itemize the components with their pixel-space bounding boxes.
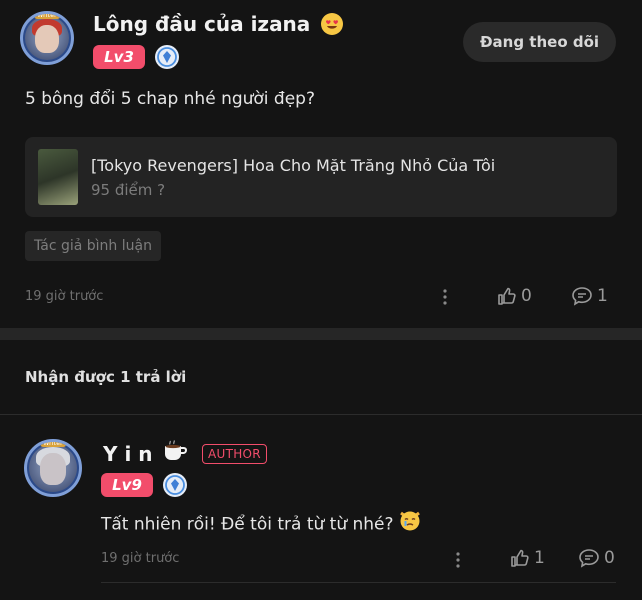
username[interactable]: Lông đầu của izana xyxy=(93,12,344,37)
bottom-divider xyxy=(101,582,616,583)
following-button[interactable]: Đang theo dõi xyxy=(463,22,616,62)
reply-username-text: Y i n xyxy=(103,442,153,466)
heart-eyes-emoji-icon xyxy=(321,12,344,35)
reply-username[interactable]: Y i n xyxy=(103,440,189,469)
like-count: 0 xyxy=(521,286,532,306)
avatar-frame-tag: Writer xyxy=(34,14,60,19)
reply-button[interactable]: 1 xyxy=(571,286,608,306)
story-thumbnail xyxy=(38,149,78,205)
like-button[interactable]: 0 xyxy=(497,286,532,306)
comment-bubble-icon xyxy=(579,549,599,568)
header-divider xyxy=(0,414,642,415)
avatar-face xyxy=(40,453,66,485)
story-card[interactable]: [Tokyo Revengers] Hoa Cho Mặt Trăng Nhỏ … xyxy=(25,137,617,217)
reply-text: Tất nhiên rồi! Để tôi trả từ từ nhé? xyxy=(101,511,421,538)
more-options-icon[interactable] xyxy=(442,289,448,305)
comment-bubble-icon xyxy=(572,287,592,306)
reply-timestamp: 19 giờ trước xyxy=(101,551,180,566)
reply-like-count: 1 xyxy=(534,548,545,568)
author-comment-tag: Tác giả bình luận xyxy=(25,231,161,261)
crying-cat-emoji-icon xyxy=(399,509,421,536)
avatar[interactable]: Writer xyxy=(20,11,74,65)
verified-shield-icon xyxy=(155,45,179,69)
reply-level-badge: Lv9 xyxy=(101,473,153,497)
comment-text: 5 bông đổi 5 chap nhé người đẹp? xyxy=(25,89,315,109)
story-title: [Tokyo Revengers] Hoa Cho Mặt Trăng Nhỏ … xyxy=(91,156,496,175)
avatar-face xyxy=(35,24,59,54)
username-text: Lông đầu của izana xyxy=(93,12,311,36)
comment-timestamp: 19 giờ trước xyxy=(25,289,104,304)
coffee-emoji-icon xyxy=(161,440,189,467)
avatar-frame-tag: Writer xyxy=(40,442,66,447)
reply-avatar[interactable]: Writer xyxy=(24,439,82,497)
comment-card: Writer Lông đầu của izana Lv3 Đang theo … xyxy=(0,0,642,328)
reply-comment-button[interactable]: 0 xyxy=(578,548,615,568)
replies-count-header: Nhận được 1 trả lời xyxy=(25,368,187,386)
section-divider xyxy=(0,328,642,340)
thumbs-up-icon xyxy=(511,549,529,567)
author-badge: AUTHOR xyxy=(202,444,267,464)
reply-count: 1 xyxy=(597,286,608,306)
thumbs-up-icon xyxy=(498,287,516,305)
story-score: 95 điểm ? xyxy=(91,181,166,199)
reply-comment-count: 0 xyxy=(604,548,615,568)
reply-text-content: Tất nhiên rồi! Để tôi trả từ từ nhé? xyxy=(101,514,394,535)
comment-page: Writer Lông đầu của izana Lv3 Đang theo … xyxy=(0,0,642,600)
verified-shield-icon xyxy=(163,473,187,497)
reply-more-options-icon[interactable] xyxy=(455,552,461,568)
reply-like-button[interactable]: 1 xyxy=(510,548,545,568)
level-badge: Lv3 xyxy=(93,45,145,69)
